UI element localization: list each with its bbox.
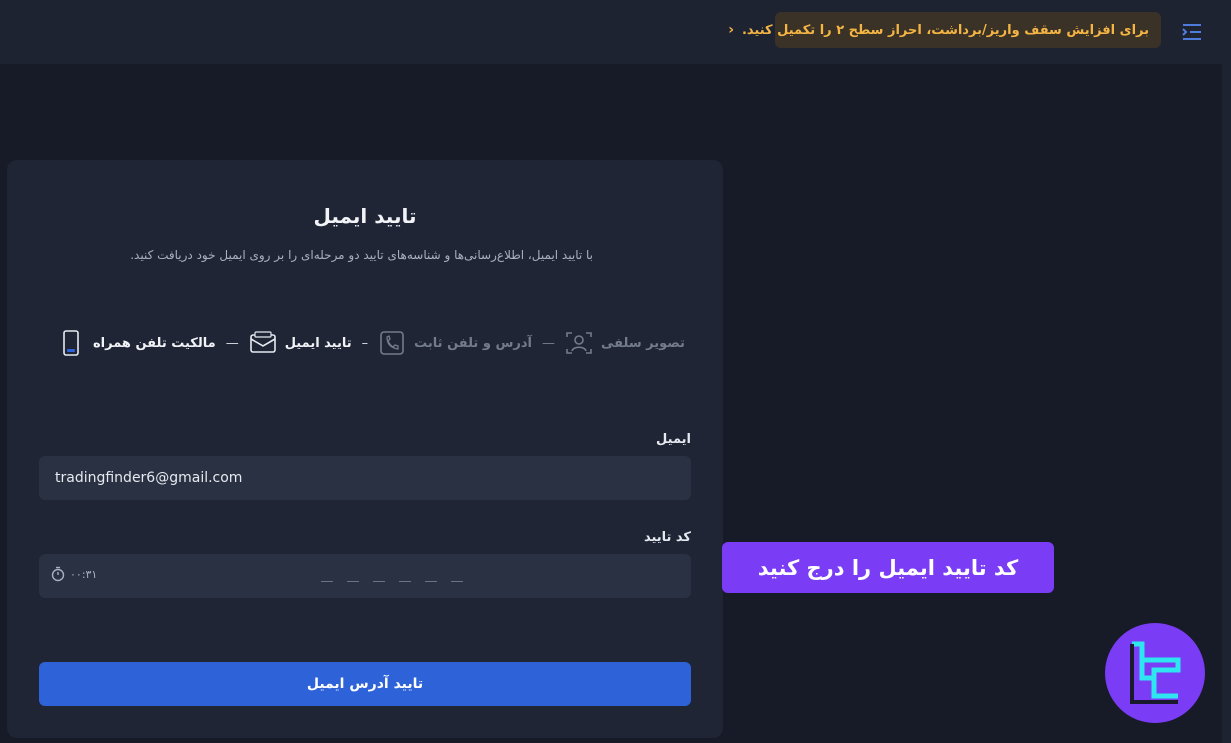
step-email: تایید ایمیل xyxy=(249,329,352,357)
notice-text: برای افزایش سقف واریز/برداشت، احراز سطح … xyxy=(741,22,1149,38)
logo-icon xyxy=(1130,641,1181,704)
step-selfie: تصویر سلفی xyxy=(565,329,685,357)
mobile-phone-icon xyxy=(57,329,85,357)
step-label: آدرس و تلفن ثابت xyxy=(414,335,532,351)
code-label: کد تایید xyxy=(643,530,691,545)
timer-text: ۰۰:۳۱ xyxy=(70,567,98,581)
email-input[interactable] xyxy=(39,456,691,500)
step-address-phone: آدرس و تلفن ثابت xyxy=(378,329,532,357)
email-icon xyxy=(249,329,277,357)
verification-steps: مالکیت تلفن همراه — تایید ایمیل – آدرس و xyxy=(57,328,685,358)
code-slot xyxy=(347,574,359,582)
phone-address-icon xyxy=(378,329,406,357)
code-slots xyxy=(321,574,463,582)
step-label: مالکیت تلفن همراه xyxy=(93,335,216,351)
brand-logo xyxy=(1105,623,1205,723)
code-slot xyxy=(399,574,411,582)
countdown-timer: ۰۰:۳۱ xyxy=(51,566,97,582)
page-title: تایید ایمیل xyxy=(313,204,417,228)
step-separator: — xyxy=(225,335,239,351)
instruction-overlay: کد تایید ایمیل را درج کنید xyxy=(722,542,1054,593)
menu-toggle-button[interactable] xyxy=(1177,18,1207,46)
scrollbar-track[interactable] xyxy=(1222,64,1231,743)
page-subtitle: با تایید ایمیل، اطلاع‌رسانی‌ها و شناسه‌ه… xyxy=(130,248,593,262)
step-label: تصویر سلفی xyxy=(601,335,685,351)
step-mobile: مالکیت تلفن همراه xyxy=(57,329,216,357)
selfie-icon xyxy=(565,329,593,357)
chevron-icon: › xyxy=(728,22,734,38)
step-separator: — xyxy=(542,335,555,351)
step-label: تایید ایمیل xyxy=(284,335,352,351)
code-slot xyxy=(451,574,463,582)
level-upgrade-notice[interactable]: › برای افزایش سقف واریز/برداشت، احراز سط… xyxy=(728,12,1161,48)
code-slot xyxy=(425,574,437,582)
stopwatch-icon xyxy=(51,566,65,582)
code-slot xyxy=(321,574,333,582)
verification-code-input[interactable]: ۰۰:۳۱ xyxy=(39,554,691,598)
email-verification-card: تایید ایمیل با تایید ایمیل، اطلاع‌رسانی‌… xyxy=(7,160,723,738)
step-separator: – xyxy=(361,335,369,351)
verify-email-button[interactable]: تایید آدرس ایمیل xyxy=(39,662,691,706)
email-label: ایمیل xyxy=(656,432,691,447)
code-slot xyxy=(373,574,385,582)
menu-collapse-icon xyxy=(1182,24,1201,40)
